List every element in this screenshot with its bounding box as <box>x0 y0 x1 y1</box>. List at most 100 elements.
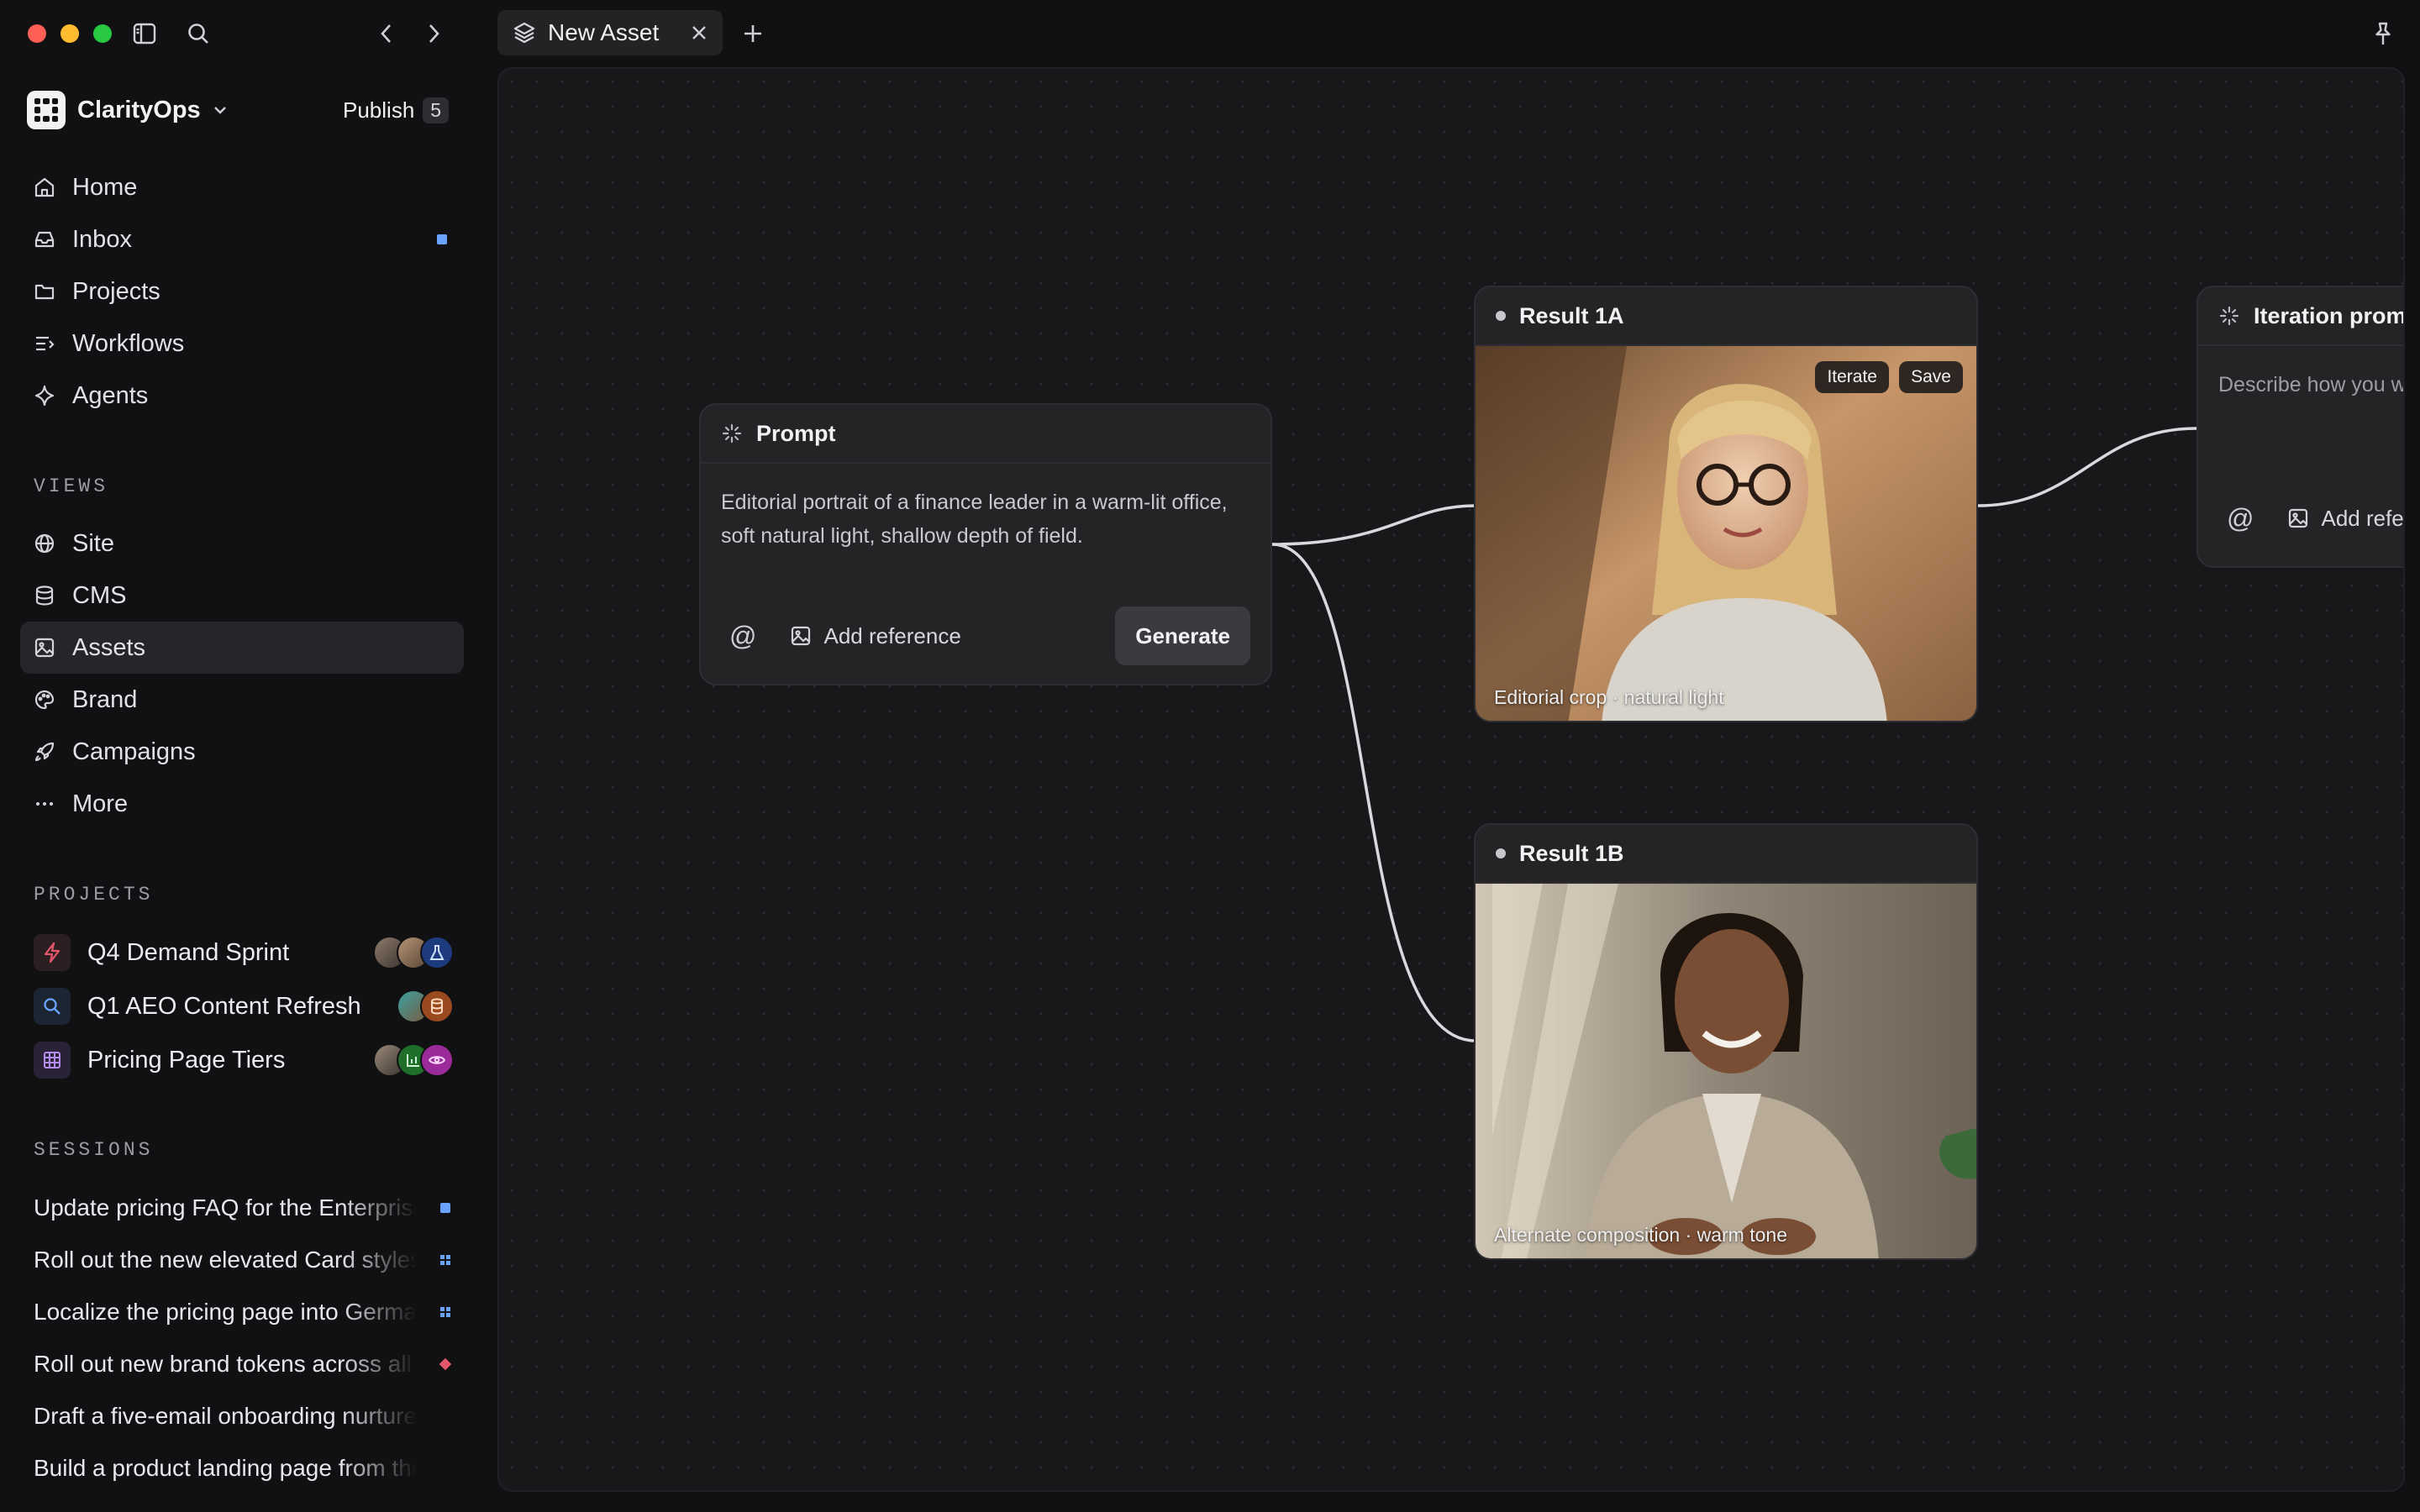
result-1b-header: Result 1B <box>1476 825 1976 884</box>
grid-status-icon <box>440 1255 450 1265</box>
project-item-q4-demand-sprint[interactable]: Q4 Demand Sprint <box>34 929 454 976</box>
bolt-icon <box>34 934 71 971</box>
session-label: Draft a five-email onboarding nurture <box>34 1403 417 1429</box>
result-1a-header: Result 1A <box>1476 287 1976 346</box>
session-item[interactable]: Roll out the new elevated Card styles <box>34 1239 454 1281</box>
image-icon <box>792 626 811 646</box>
nav-item-home[interactable]: Home <box>20 161 464 213</box>
project-members <box>373 1043 454 1077</box>
globe-icon <box>34 533 55 554</box>
views-heading: VIEWS <box>34 475 109 497</box>
pin-icon[interactable] <box>2366 17 2400 50</box>
result-1a-node[interactable]: Result 1A Iterate Save Editorial crop · … <box>1474 286 1978 722</box>
project-members <box>397 990 454 1023</box>
mention-button[interactable]: @ <box>729 621 756 652</box>
result-1a-caption: Editorial crop · natural light <box>1494 686 1724 708</box>
nav-label: Campaigns <box>72 738 196 765</box>
nav-label: More <box>72 790 129 817</box>
session-label: Localize the pricing page into German <box>34 1299 417 1325</box>
nav-item-projects[interactable]: Projects <box>20 265 464 318</box>
more-icon <box>36 802 53 806</box>
iteration-prompt-node[interactable]: Iteration prompt Describe how you want t… <box>2196 286 2405 568</box>
database-icon <box>420 990 454 1023</box>
forward-icon[interactable] <box>417 17 450 50</box>
prompt-node-footer: @ Add reference Generate <box>721 606 1250 665</box>
add-reference-button[interactable]: Add reference <box>2287 506 2403 532</box>
flask-icon <box>420 936 454 969</box>
session-item[interactable]: Draft a five-email onboarding nurture <box>34 1395 454 1437</box>
workspace-logo <box>27 91 66 129</box>
nav-item-assets[interactable]: Assets <box>20 622 464 674</box>
result-1a-title: Result 1A <box>1519 302 1624 328</box>
nav-label: Inbox <box>72 225 132 253</box>
result-1b-node[interactable]: Result 1B Alternate composition · warm t… <box>1474 823 1978 1260</box>
prompt-node-header: Prompt <box>701 405 1270 464</box>
publish-count-badge: 5 <box>423 97 450 123</box>
table-icon <box>34 1042 71 1079</box>
grid-status-icon <box>440 1307 450 1317</box>
nav-item-site[interactable]: Site <box>20 517 464 570</box>
inbox-icon <box>34 231 55 248</box>
generate-button[interactable]: Generate <box>1115 606 1250 665</box>
search-icon <box>34 988 71 1025</box>
connection-1a-to-iteration <box>1977 427 2197 507</box>
prompt-text[interactable]: Editorial portrait of a finance leader i… <box>701 464 1270 575</box>
session-item[interactable]: Roll out new brand tokens across all <box>34 1343 454 1385</box>
nav-item-workflows[interactable]: Workflows <box>20 318 464 370</box>
back-icon[interactable] <box>370 17 403 50</box>
nav-label: Home <box>72 173 138 201</box>
nav-item-agents[interactable]: Agents <box>20 370 464 422</box>
tab-new-asset[interactable]: New Asset <box>497 10 723 55</box>
session-label: Build a product landing page from the <box>34 1455 417 1481</box>
status-dot <box>1496 311 1506 321</box>
project-label: Q1 AEO Content Refresh <box>87 992 361 1020</box>
session-item[interactable]: Localize the pricing page into German <box>34 1291 454 1333</box>
close-tab-icon[interactable] <box>691 24 708 41</box>
close-window-button[interactable] <box>28 24 46 43</box>
search-icon[interactable] <box>182 17 215 50</box>
palette-icon <box>34 690 55 710</box>
loader-icon <box>722 423 742 444</box>
projects-heading: PROJECTS <box>34 884 154 906</box>
iterate-button[interactable]: Iterate <box>1815 361 1889 393</box>
save-button[interactable]: Save <box>1899 361 1963 393</box>
nav-item-cms[interactable]: CMS <box>20 570 464 622</box>
result-1a-image[interactable]: Iterate Save Editorial crop · natural li… <box>1476 346 1976 721</box>
sidebar-toggle-icon[interactable] <box>128 17 161 50</box>
zoom-window-button[interactable] <box>93 24 112 43</box>
session-item[interactable]: Build a product landing page from the <box>34 1447 454 1489</box>
mention-button[interactable]: @ <box>2227 503 2254 534</box>
eye-icon <box>420 1043 454 1077</box>
minimize-window-button[interactable] <box>60 24 79 43</box>
chevron-down-icon <box>213 107 226 114</box>
nav-item-brand[interactable]: Brand <box>20 674 464 726</box>
add-reference-button[interactable]: Add reference <box>790 623 961 649</box>
prompt-node[interactable]: Prompt Editorial portrait of a finance l… <box>699 403 1272 685</box>
iteration-node-title: Iteration prompt <box>2254 302 2405 328</box>
session-label: Roll out the new elevated Card styles <box>34 1247 417 1273</box>
sidebar: ClarityOps Publish 5 Home Inbox Projects… <box>0 67 481 1512</box>
new-tab-icon[interactable] <box>736 17 770 50</box>
node-connections <box>1271 427 2197 1042</box>
nav-item-inbox[interactable]: Inbox <box>20 213 464 265</box>
iteration-prompt-input[interactable]: Describe how you want to iterate <box>2198 346 2403 423</box>
nav-item-campaigns[interactable]: Campaigns <box>20 726 464 778</box>
result-1b-image[interactable]: Alternate composition · warm tone <box>1476 884 1976 1258</box>
session-label: Update pricing FAQ for the Enterprise <box>34 1194 417 1221</box>
publish-button[interactable]: Publish 5 <box>343 97 450 123</box>
app-window: New Asset ClarityOps Publish 5 Home Inbo… <box>0 0 2420 1512</box>
session-label: Roll out new brand tokens across all <box>34 1351 412 1377</box>
nav-label: Assets <box>72 633 146 661</box>
status-dot <box>1496 848 1506 858</box>
session-item[interactable]: Update pricing FAQ for the Enterprise <box>34 1187 454 1229</box>
image-icon <box>2289 508 2308 528</box>
project-item-q1-aeo-content-refresh[interactable]: Q1 AEO Content Refresh <box>34 983 454 1030</box>
nav-label: CMS <box>72 581 127 609</box>
nav-label: Workflows <box>72 329 185 357</box>
rocket-icon <box>34 742 55 762</box>
workspace-switcher[interactable]: ClarityOps <box>27 91 228 129</box>
layers-icon <box>513 22 535 44</box>
project-item-pricing-page-tiers[interactable]: Pricing Page Tiers <box>34 1037 454 1084</box>
node-canvas[interactable]: Prompt Editorial portrait of a finance l… <box>497 67 2405 1492</box>
nav-item-more[interactable]: More <box>20 778 464 830</box>
